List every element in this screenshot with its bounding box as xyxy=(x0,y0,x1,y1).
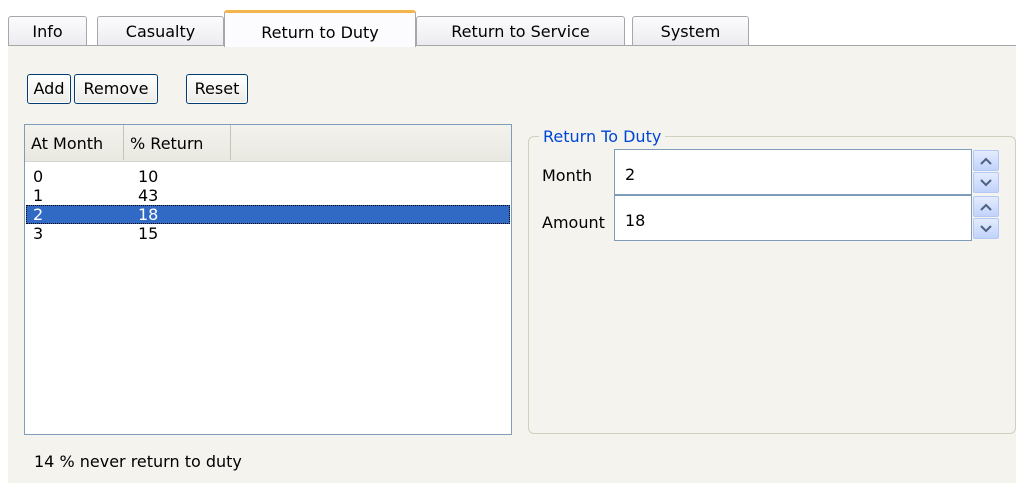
list-item[interactable]: 1 43 xyxy=(26,186,510,205)
month-spinner xyxy=(973,149,1001,195)
list-item[interactable]: 3 15 xyxy=(26,224,510,243)
chevron-up-icon xyxy=(980,203,992,211)
group-title: Return To Duty xyxy=(539,127,666,147)
tab-strip: Info Casualty Return to Duty Return to S… xyxy=(0,0,1016,47)
tab-return-to-service[interactable]: Return to Service xyxy=(416,16,625,45)
reset-button[interactable]: Reset xyxy=(186,74,248,104)
list-header: At Month % Return xyxy=(25,125,511,162)
chevron-down-icon xyxy=(980,224,992,232)
cell-month: 3 xyxy=(33,224,44,243)
tab-info[interactable]: Info xyxy=(8,16,87,45)
add-button[interactable]: Add xyxy=(27,74,71,104)
amount-spinner xyxy=(973,195,1001,241)
cell-month: 2 xyxy=(33,205,44,224)
amount-field[interactable] xyxy=(614,195,972,241)
cell-month: 0 xyxy=(33,167,44,186)
month-label: Month xyxy=(542,166,593,185)
amount-spin-up-button[interactable] xyxy=(973,196,999,217)
tab-casualty[interactable]: Casualty xyxy=(97,16,224,45)
amount-label: Amount xyxy=(542,213,605,232)
status-text: 14 % never return to duty xyxy=(34,452,242,471)
month-field[interactable] xyxy=(614,149,972,195)
month-spin-up-button[interactable] xyxy=(973,150,999,171)
cell-return: 43 xyxy=(138,186,159,205)
list-item-selected[interactable]: 2 18 xyxy=(26,205,510,224)
tab-return-to-duty[interactable]: Return to Duty xyxy=(224,10,416,47)
cell-return: 18 xyxy=(138,205,159,224)
tab-system[interactable]: System xyxy=(632,16,749,45)
return-list[interactable]: At Month % Return 0 10 1 43 2 18 3 15 xyxy=(24,124,512,435)
cell-return: 10 xyxy=(138,167,159,186)
chevron-down-icon xyxy=(980,178,992,186)
month-spin-down-button[interactable] xyxy=(973,172,999,193)
column-header-percent-return[interactable]: % Return xyxy=(124,125,231,160)
remove-button[interactable]: Remove xyxy=(74,74,158,104)
chevron-up-icon xyxy=(980,157,992,165)
amount-spin-down-button[interactable] xyxy=(973,218,999,239)
cell-return: 15 xyxy=(138,224,159,243)
column-header-at-month[interactable]: At Month xyxy=(25,125,124,160)
cell-month: 1 xyxy=(33,186,44,205)
list-item[interactable]: 0 10 xyxy=(26,167,510,186)
